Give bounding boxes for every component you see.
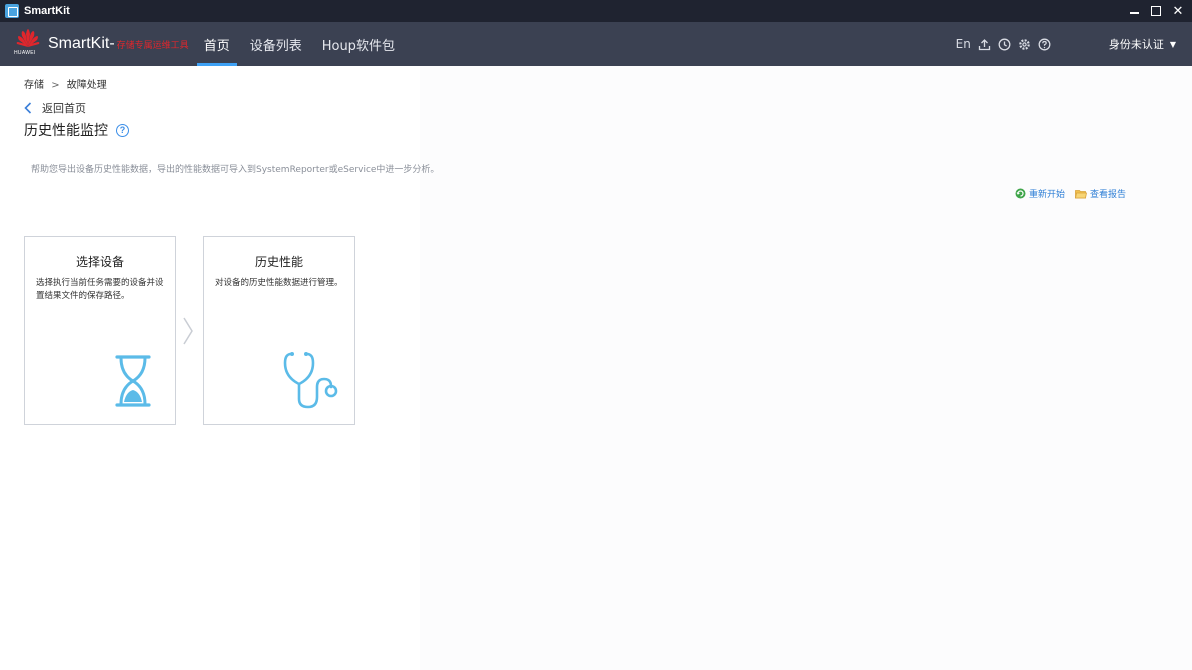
main-nav: 首页 设备列表 Houp软件包: [196, 22, 408, 66]
huawei-flower-icon: [16, 29, 40, 47]
help-icon[interactable]: [1038, 38, 1051, 51]
user-menu[interactable]: 身份未认证 ▼: [1109, 36, 1176, 52]
page-description: 帮助您导出设备历史性能数据，导出的性能数据可导入到SystemReporter或…: [31, 165, 440, 175]
stethoscope-icon: [283, 352, 338, 409]
step-title: 选择设备: [75, 255, 124, 269]
breadcrumb-root[interactable]: 存储: [24, 80, 44, 91]
view-report-button[interactable]: 查看报告: [1074, 187, 1126, 200]
step-description: 对设备的历史性能数据进行管理。: [215, 278, 343, 288]
back-home-link[interactable]: 返回首页: [24, 100, 86, 116]
breadcrumb: 存储 > 故障处理: [24, 76, 107, 91]
breadcrumb-current[interactable]: 故障处理: [67, 80, 107, 91]
step-card-select-device[interactable]: 选择设备 选择执行当前任务需要的设备并设置结果文件的保存路径。: [24, 236, 176, 425]
window-title: SmartKit: [24, 5, 70, 17]
language-toggle[interactable]: En: [956, 37, 971, 51]
chevron-left-icon: [24, 102, 32, 114]
restart-button[interactable]: 重新开始: [1015, 187, 1065, 200]
header-tools: En 身份未认证 ▼: [949, 22, 1176, 66]
content-background: [420, 66, 1192, 670]
back-home-label: 返回首页: [42, 102, 86, 115]
chevron-right-icon: [183, 317, 193, 345]
window-titlebar: SmartKit ✕: [0, 0, 1192, 22]
user-status-label: 身份未认证: [1108, 38, 1164, 51]
nav-houp-package[interactable]: Houp软件包: [315, 22, 402, 66]
hourglass-icon: [115, 355, 151, 407]
folder-icon: [1074, 189, 1087, 198]
step-title: 历史性能: [254, 255, 303, 269]
page-actions: 重新开始 查看报告: [1005, 187, 1126, 200]
caret-down-icon: ▼: [1169, 39, 1176, 49]
nav-home[interactable]: 首页: [196, 22, 237, 66]
window-controls: ✕: [1128, 0, 1184, 22]
close-icon[interactable]: ✕: [1172, 4, 1184, 19]
app-icon: [5, 4, 19, 18]
app-header: HUAWEI SmartKit- 存储专属运维工具 首页 设备列表 Houp软件…: [0, 22, 1192, 66]
step-description: 选择执行当前任务需要的设备并设置结果文件的保存路径。: [36, 278, 164, 301]
upload-icon[interactable]: [978, 38, 991, 51]
huawei-logo: HUAWEI: [14, 27, 42, 61]
page-title: 历史性能监控 ?: [24, 120, 129, 140]
brand-subtitle: 存储专属运维工具: [116, 40, 189, 50]
restart-icon: [1015, 188, 1026, 199]
breadcrumb-separator: >: [51, 80, 60, 91]
brand-title: SmartKit- 存储专属运维工具: [48, 35, 189, 52]
step-card-history-performance[interactable]: 历史性能 对设备的历史性能数据进行管理。: [203, 236, 355, 425]
nav-device-list[interactable]: 设备列表: [243, 22, 309, 66]
question-icon[interactable]: ?: [116, 123, 129, 137]
clock-icon[interactable]: [998, 38, 1011, 51]
gear-icon[interactable]: [1018, 38, 1031, 51]
minimize-icon[interactable]: [1128, 5, 1140, 17]
maximize-icon[interactable]: [1150, 5, 1162, 17]
